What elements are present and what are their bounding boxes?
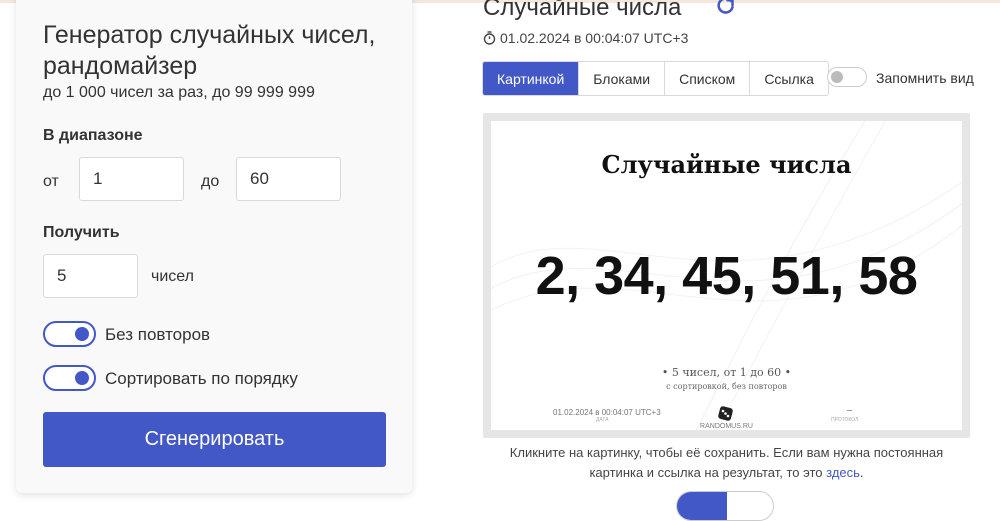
image-description: с сортировкой, без повторов — [666, 382, 787, 391]
result-timestamp: 01.02.2024 в 00:04:07 UTC+3 — [500, 30, 689, 46]
range-label: В диапазоне — [43, 127, 143, 144]
toggle-knob — [75, 371, 89, 385]
image-summary: • 5 чисел, от 1 до 60 • — [661, 366, 792, 379]
caption-link[interactable]: здесь — [826, 465, 860, 480]
to-label: до — [201, 173, 220, 190]
toggle-knob — [831, 71, 843, 83]
refresh-icon[interactable] — [716, 0, 736, 16]
no-repeat-toggle[interactable] — [43, 321, 96, 347]
result-image[interactable]: Случайные числа 2, 34, 45, 51, 58 • 5 чи… — [483, 113, 970, 438]
view-tabs: Картинкой Блоками Списком Ссылка — [482, 61, 829, 96]
image-title: Случайные числа — [601, 150, 852, 179]
toggle-knob — [75, 327, 89, 341]
image-caption: Кликните на картинку, чтобы её сохранить… — [483, 443, 970, 483]
tab-list[interactable]: Списком — [665, 62, 751, 95]
range-to-input[interactable] — [236, 157, 341, 201]
image-date: 01.02.2024 в 00:04:07 UTC+3 — [553, 408, 661, 417]
image-site: RANDOMUS.RU — [700, 423, 753, 430]
from-label: от — [43, 173, 59, 190]
sort-toggle[interactable] — [43, 365, 96, 391]
generated-numbers: 2, 34, 45, 51, 58 — [535, 246, 918, 306]
tab-link[interactable]: Ссылка — [750, 62, 828, 95]
caption-text: Кликните на картинку, чтобы её сохранить… — [509, 445, 944, 480]
bottom-toggle-active — [677, 492, 727, 520]
dice-icon — [718, 406, 733, 421]
count-input[interactable] — [43, 254, 138, 298]
tab-blocks[interactable]: Блоками — [579, 62, 666, 95]
no-repeat-label: Без повторов — [105, 325, 211, 344]
remember-view-label: Запомнить вид — [876, 70, 974, 86]
tab-image[interactable]: Картинкой — [483, 62, 580, 95]
generator-title: Генератор случайных чисел, рандомайзер — [43, 21, 376, 80]
remember-view-toggle[interactable] — [827, 67, 867, 87]
stopwatch-icon — [483, 31, 496, 45]
range-from-input[interactable] — [79, 157, 184, 201]
protocol-dash — [847, 410, 852, 411]
result-title: Случайные числа — [483, 0, 682, 21]
caption-end: . — [859, 465, 864, 480]
result-timestamp-row: 01.02.2024 в 00:04:07 UTC+3 — [483, 30, 688, 46]
generate-button[interactable]: Сгенерировать — [43, 412, 386, 467]
sort-label: Сортировать по порядку — [105, 369, 298, 388]
count-unit-label: чисел — [151, 268, 194, 285]
generator-subtitle: до 1 000 чисел за раз, до 99 999 999 — [43, 84, 315, 101]
generator-card: Генератор случайных чисел, рандомайзер д… — [16, 0, 412, 493]
bottom-toggle[interactable] — [676, 491, 774, 521]
get-label: Получить — [43, 224, 120, 241]
result-image-canvas: Случайные числа 2, 34, 45, 51, 58 • 5 чи… — [491, 121, 962, 430]
image-summary-text: 5 чисел, от 1 до 60 — [671, 366, 782, 379]
